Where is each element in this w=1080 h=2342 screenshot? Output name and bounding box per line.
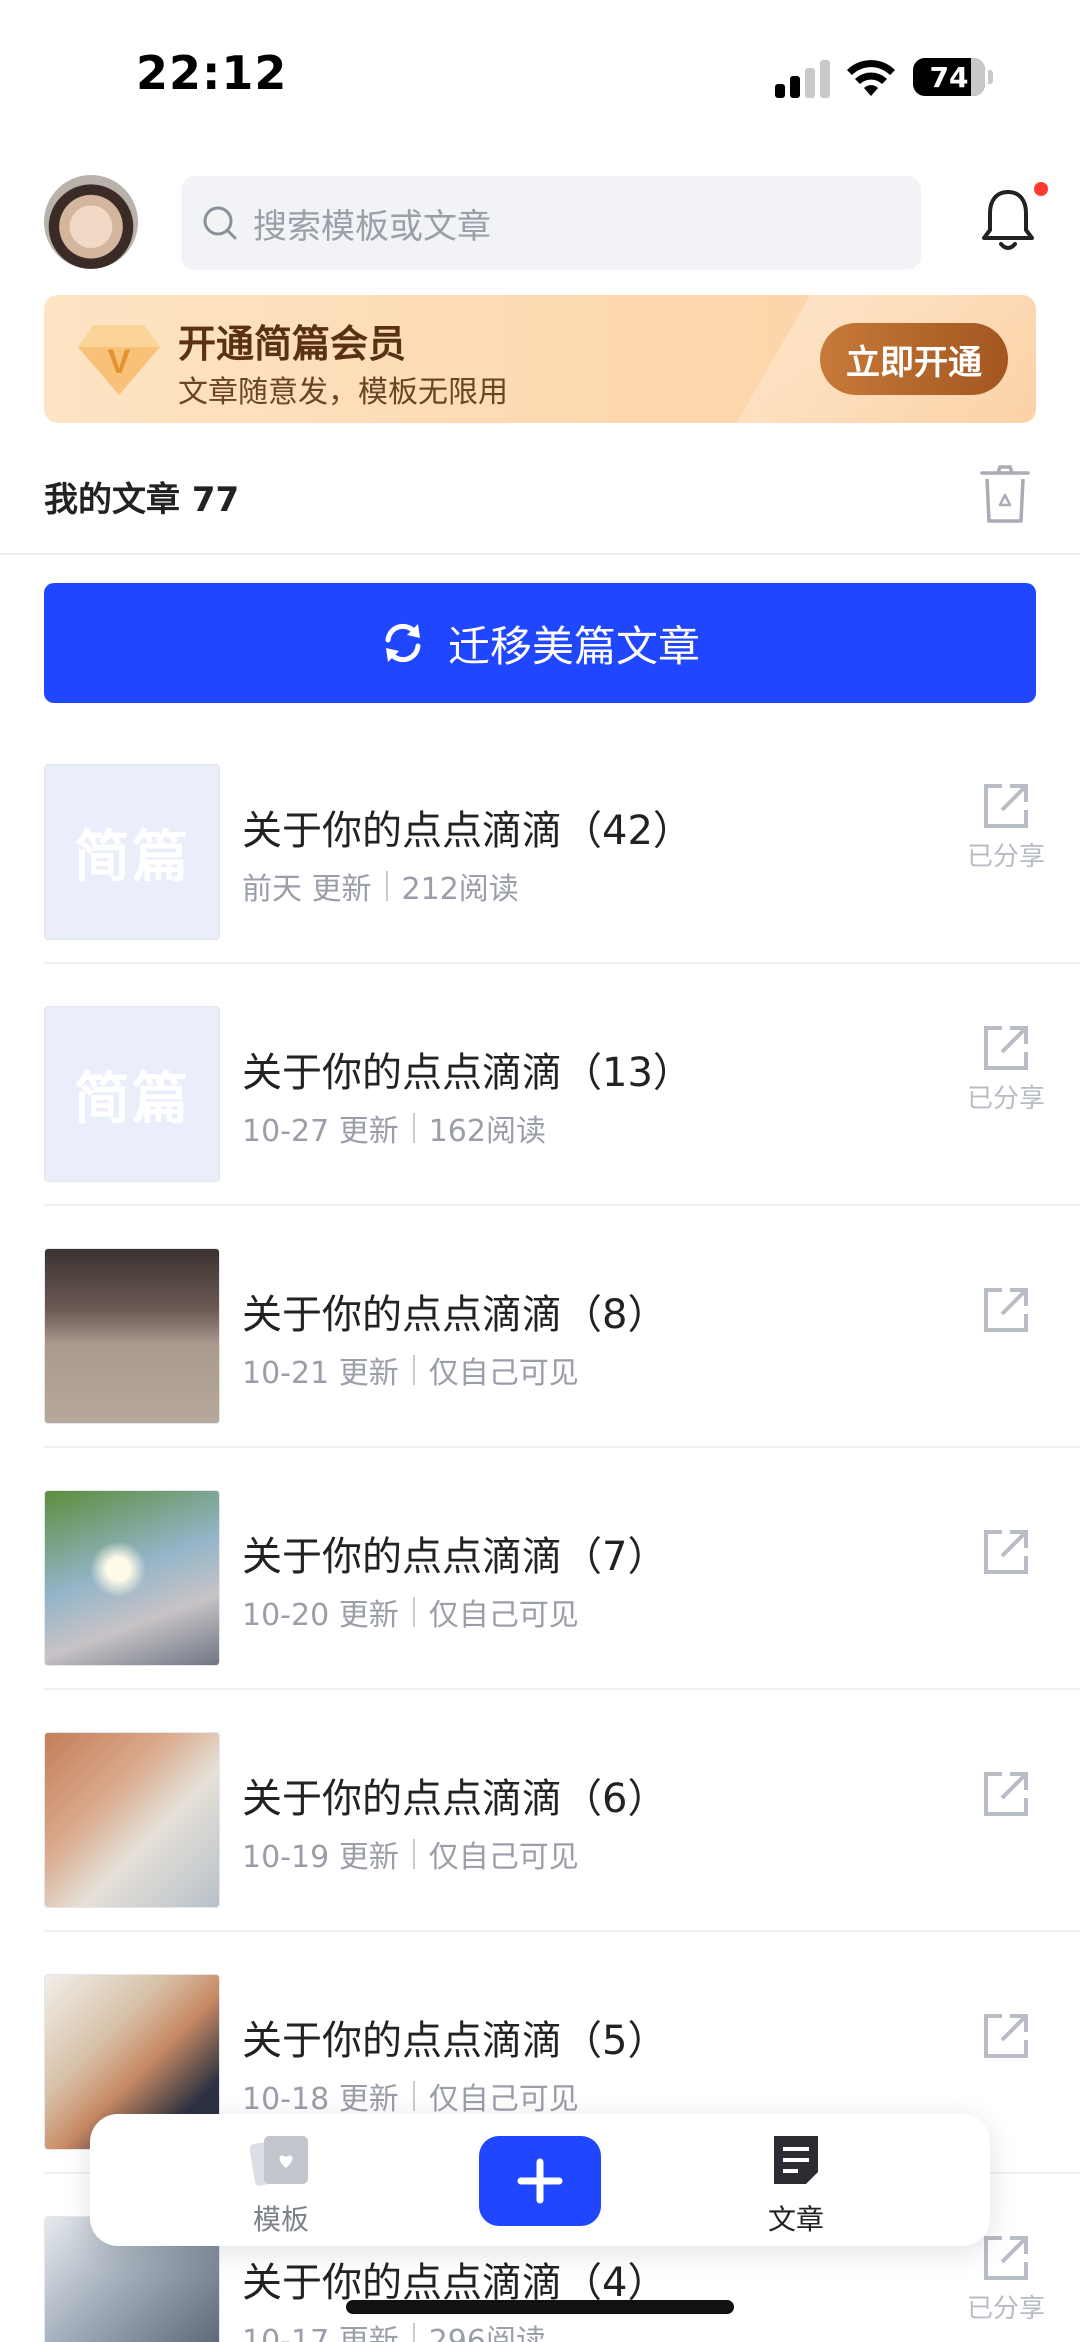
migrate-button-label: 迁移美篇文章 [447,622,700,670]
thumbnail-placeholder-text: 简篇 [74,1066,190,1132]
add-article-button[interactable] [479,2136,601,2226]
vip-banner[interactable]: V 开通简篇会员 文章随意发，模板无限用 立即开通 [44,295,1036,423]
share-icon [984,1530,1028,1574]
share-icon [984,2014,1028,2058]
article-title: 关于你的点点滴滴（6） [242,1776,668,1822]
article-meta: 10-19 更新 仅自己可见 [242,1832,579,1876]
share-button[interactable]: 已分享 [964,2232,1048,2325]
share-icon [984,1026,1028,1070]
article-thumbnail: 简篇 [44,764,220,940]
status-time: 22:12 [136,46,288,100]
notification-dot [1034,182,1048,196]
thumbnail-placeholder-text: 简篇 [74,824,190,890]
article-updated: 前天 更新 [242,872,372,907]
share-icon [984,2236,1028,2280]
migrate-articles-button[interactable]: 迁移美篇文章 [44,583,1036,703]
battery-tip [988,70,993,84]
article-meta: 10-21 更新 仅自己可见 [242,1348,579,1392]
home-indicator [346,2300,734,2314]
share-icon [984,1288,1028,1332]
plus-icon [517,2158,563,2204]
signal-icon [775,60,830,98]
article-stat: 仅自己可见 [428,2082,579,2117]
bell-icon[interactable] [978,186,1038,256]
my-articles-title: 我的文章 77 [44,480,240,520]
nav-articles[interactable]: 文章 [736,2132,856,2238]
share-button[interactable] [964,2010,1048,2062]
vip-subtitle: 文章随意发，模板无限用 [178,375,508,410]
articles-icon [774,2136,818,2184]
share-button[interactable] [964,1526,1048,1578]
shared-label: 已分享 [966,1084,1045,1114]
share-icon [984,784,1028,828]
share-button[interactable]: 已分享 [964,1022,1048,1115]
article-thumbnail: 简篇 [44,1006,220,1182]
article-title: 关于你的点点滴滴（42） [242,808,693,854]
share-button[interactable] [964,1284,1048,1336]
search-input[interactable]: 搜索模板或文章 [181,176,921,270]
nav-templates[interactable]: 模板 [221,2132,341,2238]
article-item[interactable]: 简篇 关于你的点点滴滴（42） 前天 更新 212阅读 已分享 [0,722,1080,964]
article-stat: 296阅读 [428,2324,546,2342]
share-button[interactable] [964,1768,1048,1820]
article-updated: 10-21 更新 [242,1356,399,1391]
article-meta: 10-18 更新 仅自己可见 [242,2074,579,2118]
vip-open-button[interactable]: 立即开通 [820,323,1008,395]
article-item[interactable]: 关于你的点点滴滴（6） 10-19 更新 仅自己可见 [0,1690,1080,1932]
article-meta: 前天 更新 212阅读 [242,864,519,908]
article-updated: 10-20 更新 [242,1598,399,1633]
share-button[interactable]: 已分享 [964,780,1048,873]
article-updated: 10-27 更新 [242,1114,399,1149]
article-thumbnail [44,1248,220,1424]
wifi-icon [847,60,895,96]
battery-level: 74 [929,60,969,94]
vip-icon-letter: V [108,343,131,381]
search-placeholder: 搜索模板或文章 [253,206,491,247]
article-meta: 10-17 更新 296阅读 [242,2316,546,2342]
article-stat: 仅自己可见 [428,1598,579,1633]
article-meta: 10-20 更新 仅自己可见 [242,1590,579,1634]
search-icon [203,206,237,240]
article-thumbnail [44,1732,220,1908]
templates-icon [249,2136,308,2186]
article-title: 关于你的点点滴滴（7） [242,1534,668,1580]
article-stat: 仅自己可见 [428,1840,579,1875]
avatar[interactable] [44,175,138,269]
article-item[interactable]: 关于你的点点滴滴（8） 10-21 更新 仅自己可见 [0,1206,1080,1448]
refresh-icon [385,623,421,663]
vip-title: 开通简篇会员 [178,322,407,366]
nav-articles-label: 文章 [767,2203,824,2236]
article-meta: 10-27 更新 162阅读 [242,1106,546,1150]
article-item[interactable]: 关于你的点点滴滴（7） 10-20 更新 仅自己可见 [0,1448,1080,1690]
vip-diamond-icon: V [78,325,160,395]
shared-label: 已分享 [966,842,1045,872]
bottom-nav: 模板 文章 [90,2114,990,2246]
article-title: 关于你的点点滴滴（13） [242,1050,693,1096]
article-stat: 仅自己可见 [428,1356,579,1391]
article-stat: 162阅读 [428,1114,546,1149]
article-item[interactable]: 简篇 关于你的点点滴滴（13） 10-27 更新 162阅读 已分享 [0,964,1080,1206]
share-icon [984,1772,1028,1816]
article-title: 关于你的点点滴滴（5） [242,2018,668,2064]
article-updated: 10-19 更新 [242,1840,399,1875]
article-title: 关于你的点点滴滴（8） [242,1292,668,1338]
battery-indicator: 74 [913,58,985,96]
article-thumbnail [44,1490,220,1666]
section-divider [0,553,1080,555]
trash-icon[interactable] [978,463,1032,525]
shared-label: 已分享 [966,2294,1045,2324]
article-updated: 10-17 更新 [242,2324,399,2342]
article-stat: 212阅读 [401,872,519,907]
nav-templates-label: 模板 [252,2203,309,2236]
article-updated: 10-18 更新 [242,2082,399,2117]
status-bar: 22:12 74 [0,0,1080,150]
